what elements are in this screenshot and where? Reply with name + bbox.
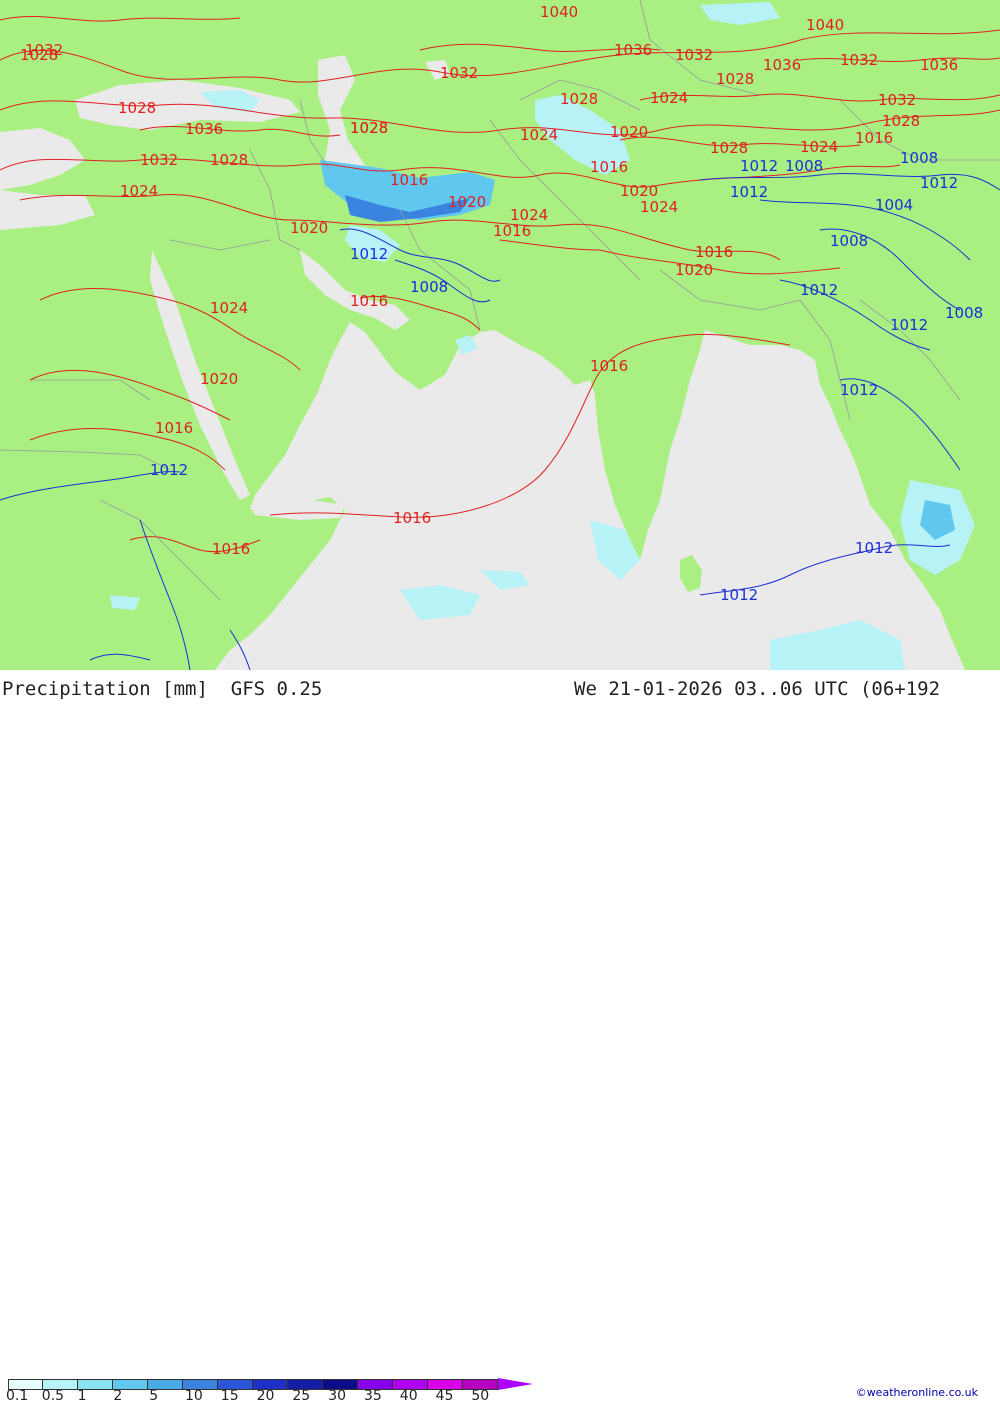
legend-label: 30 [328, 1388, 347, 1404]
isobar-label: 1028 [560, 90, 598, 108]
legend-label: 45 [435, 1388, 454, 1404]
isobar-label: 1040 [540, 3, 578, 21]
isobar-label: 1016 [590, 357, 628, 375]
isobar-label: 1012 [800, 281, 838, 299]
map-title: Precipitation [mm] GFS 0.25 [2, 678, 323, 700]
isobar-label: 1016 [695, 243, 733, 261]
isobar-label: 1024 [210, 299, 248, 317]
isobar-label: 1012 [890, 316, 928, 334]
isobar-label: 1012 [840, 381, 878, 399]
legend-label: 2 [113, 1388, 123, 1404]
legend-label: 20 [256, 1388, 275, 1404]
legend-arrow [498, 1378, 533, 1390]
legend-label: 5 [149, 1388, 159, 1404]
map-footer: Precipitation [mm] GFS 0.25 We 21-01-202… [0, 670, 1000, 1404]
legend-label: 0.1 [6, 1388, 29, 1404]
isobar-label: 1016 [855, 129, 893, 147]
isobar-label: 1028 [710, 139, 748, 157]
map-canvas: 1040104010361036 1036103610321032 10321032… [0, 0, 1000, 671]
isobar-label: 1036 [614, 41, 652, 59]
isobar-label: 1036 [763, 56, 801, 74]
legend-label: 1 [77, 1388, 87, 1404]
legend-label: 15 [220, 1388, 239, 1404]
isobar-label: 1020 [675, 261, 713, 279]
isobar-label: 1016 [393, 509, 431, 527]
isobar-label: 1012 [730, 183, 768, 201]
isobar-label: 1016 [493, 222, 531, 240]
isobar-label: 1008 [900, 149, 938, 167]
isobar-label: 1032 [675, 46, 713, 64]
isobar-label: 1028 [20, 46, 58, 64]
isobar-label: 1036 [185, 120, 223, 138]
isobar-label: 1012 [150, 461, 188, 479]
legend-label: 25 [292, 1388, 311, 1404]
isobar-label: 1016 [155, 419, 193, 437]
isobar-label: 1024 [650, 89, 688, 107]
isobar-label: 1020 [448, 193, 486, 211]
isobar-label: 1008 [410, 278, 448, 296]
isobar-label: 1004 [875, 196, 913, 214]
isobar-label: 1040 [806, 16, 844, 34]
isobar-label: 1032 [140, 151, 178, 169]
isobar-label: 1024 [520, 126, 558, 144]
isobar-label: 1028 [350, 119, 388, 137]
isobar-label: 1008 [785, 157, 823, 175]
precipitation-map: 1040 1040 1036 1036 1036 1036 1032 1032 1032 1032… [0, 0, 1000, 671]
isobar-label: 1032 [878, 91, 916, 109]
isobar-label: 1032 [440, 64, 478, 82]
isobar-label: 1028 [118, 99, 156, 117]
legend-label: 40 [399, 1388, 418, 1404]
isobar-label: 1012 [920, 174, 958, 192]
legend-label: 50 [471, 1388, 490, 1404]
valid-time: We 21-01-2026 03..06 UTC (06+192 [574, 678, 941, 700]
credit-link[interactable]: ©weatheronline.co.uk [856, 1386, 978, 1399]
isobar-label: 1016 [390, 171, 428, 189]
isobar-label: 1024 [800, 138, 838, 156]
legend-label: 10 [185, 1388, 203, 1404]
isobar-label: 1032 [840, 51, 878, 69]
legend-label: 0.5 [41, 1388, 65, 1404]
isobar-label: 1020 [620, 182, 658, 200]
isobar-label: 1012 [350, 245, 388, 263]
isobar-label: 1016 [590, 158, 628, 176]
isobar-label: 1012 [720, 586, 758, 604]
isobar-label: 1024 [120, 182, 158, 200]
isobar-label: 1016 [350, 292, 388, 310]
isobar-label: 1008 [945, 304, 983, 322]
isobar-label: 1020 [290, 219, 328, 237]
isobar-label: 1020 [610, 123, 648, 141]
isobar-label: 1020 [200, 370, 238, 388]
isobar-label: 1012 [855, 539, 893, 557]
isobar-label: 1028 [882, 112, 920, 130]
isobar-label: 1012 [740, 157, 778, 175]
isobar-label: 1028 [210, 151, 248, 169]
isobar-label: 1028 [716, 70, 754, 88]
isobar-label: 1036 [920, 56, 958, 74]
isobar-label: 1024 [640, 198, 678, 216]
legend-label: 35 [364, 1388, 382, 1404]
isobar-label: 1008 [830, 232, 868, 250]
isobar-label: 1016 [212, 540, 250, 558]
